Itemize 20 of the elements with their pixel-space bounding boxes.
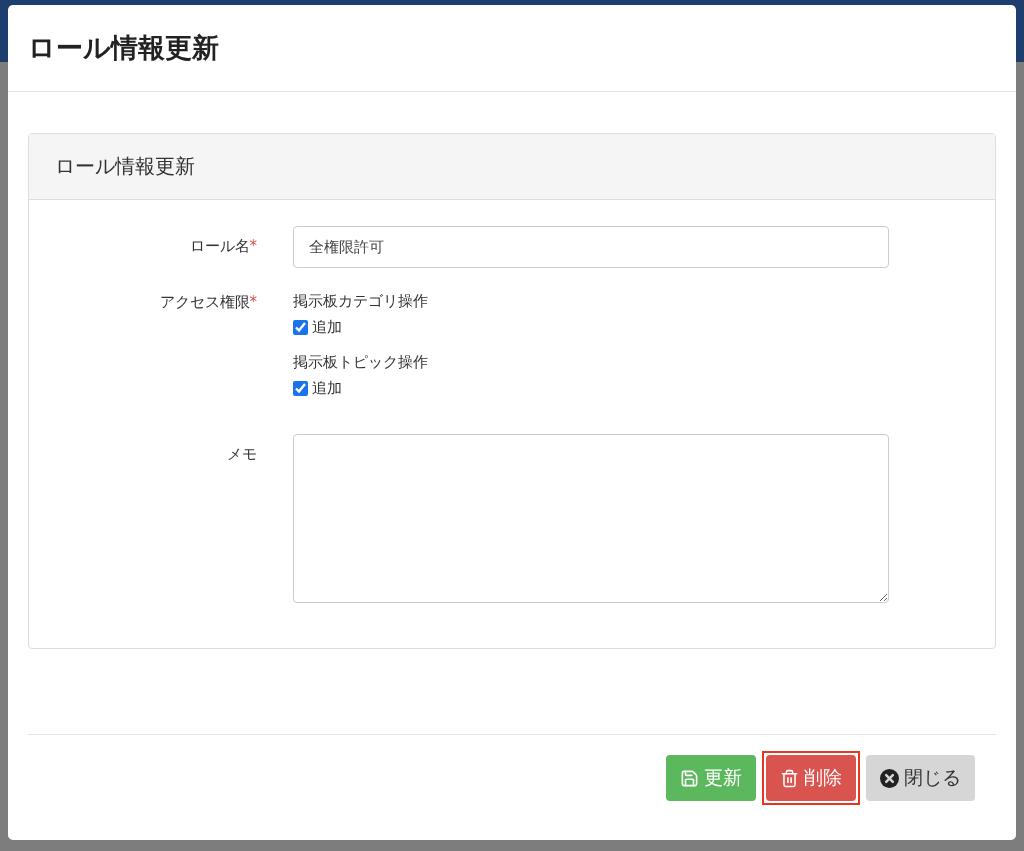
permission-checkbox[interactable] [293, 381, 308, 396]
permission-group-title: 掲示板トピック操作 [293, 352, 429, 373]
field-label: メモ [227, 445, 257, 463]
modal-title: ロール情報更新 [28, 31, 219, 65]
close-icon [880, 768, 899, 788]
field-label: ロール名 [189, 237, 250, 255]
permission-group-title: 掲示板カテゴリ操作 [293, 291, 429, 312]
required-mark: * [249, 237, 257, 255]
close-button[interactable]: 閉じる [866, 755, 975, 801]
required-mark: * [249, 293, 257, 311]
delete-button[interactable]: 削除 [766, 755, 856, 801]
permission-checkbox[interactable] [293, 320, 308, 335]
checkbox-label: 追加 [312, 318, 342, 337]
role-name-field[interactable]: 全権限許可 [293, 226, 889, 268]
memo-field[interactable] [293, 434, 889, 603]
checkbox-label: 追加 [312, 379, 342, 398]
panel-title: ロール情報更新 [55, 153, 195, 180]
trash-icon [780, 768, 799, 788]
field-label: アクセス権限 [159, 293, 250, 311]
save-icon [680, 768, 699, 788]
